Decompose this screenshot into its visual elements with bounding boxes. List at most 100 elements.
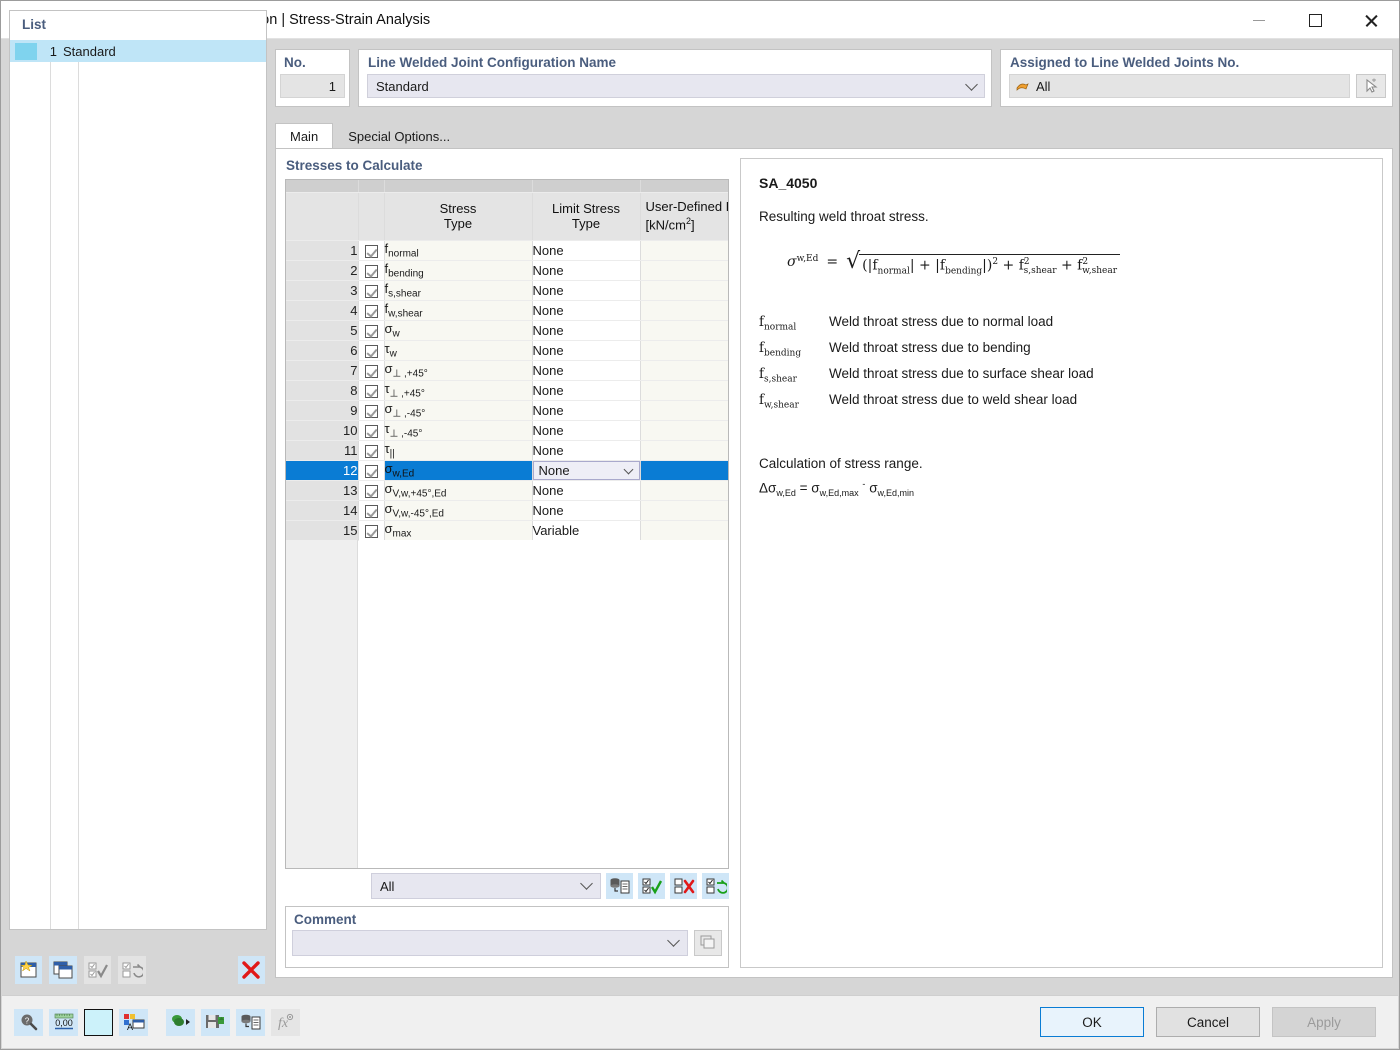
table-row[interactable]: 9 σ⊥ ,-45° None — [286, 400, 728, 421]
user-defined-limit-cell[interactable] — [640, 520, 728, 541]
check-all-button[interactable] — [638, 873, 665, 899]
stress-type-cell[interactable]: τw — [384, 340, 533, 361]
limit-stress-type-cell[interactable]: None — [532, 480, 641, 501]
user-defined-limit-cell[interactable] — [640, 360, 728, 381]
tab-special-options[interactable]: Special Options... — [333, 123, 466, 148]
row-checkbox[interactable] — [358, 480, 385, 501]
column-header-stress-type[interactable]: Stress Type — [384, 192, 533, 241]
row-checkbox[interactable] — [358, 320, 385, 341]
user-defined-limit-cell[interactable] — [640, 440, 728, 461]
tab-main[interactable]: Main — [275, 123, 334, 148]
units-button[interactable]: 0,00 — [49, 1008, 78, 1036]
row-checkbox[interactable] — [358, 360, 385, 381]
stress-type-cell[interactable]: σV,w,-45°,Ed — [384, 500, 533, 521]
table-row[interactable]: 12 σw,Ed None — [286, 460, 728, 481]
list-item[interactable]: 1 Standard — [10, 40, 266, 62]
table-row[interactable]: 14 σV,w,-45°,Ed None — [286, 500, 728, 521]
stress-type-cell[interactable]: τ⊥ ,-45° — [384, 420, 533, 441]
save-button[interactable] — [201, 1008, 230, 1036]
user-defined-limit-cell[interactable] — [640, 460, 728, 481]
user-defined-limit-cell[interactable] — [640, 420, 728, 441]
limit-stress-type-cell[interactable]: None — [532, 400, 641, 421]
user-defined-limit-cell[interactable] — [640, 340, 728, 361]
comment-templates-button[interactable] — [694, 930, 722, 956]
stress-type-cell[interactable]: fw,shear — [384, 300, 533, 321]
row-checkbox[interactable] — [358, 380, 385, 401]
limit-stress-type-cell[interactable]: None — [532, 280, 641, 301]
select-all-button[interactable] — [83, 956, 112, 984]
limit-stress-type-cell[interactable]: Variable — [532, 520, 641, 541]
row-checkbox[interactable] — [358, 440, 385, 461]
row-checkbox[interactable] — [358, 400, 385, 421]
pick-objects-button[interactable] — [1356, 74, 1386, 98]
assigned-value-field[interactable]: All — [1009, 74, 1350, 98]
row-checkbox[interactable] — [358, 280, 385, 301]
limit-stress-type-cell[interactable]: None — [532, 380, 641, 401]
row-checkbox[interactable] — [358, 460, 385, 481]
table-row[interactable]: 10 τ⊥ ,-45° None — [286, 420, 728, 441]
delete-item-button[interactable] — [237, 956, 266, 984]
user-defined-limit-cell[interactable] — [640, 240, 728, 261]
column-header-user-defined-limit[interactable]: User-Defined L [kN/cm2] — [640, 192, 728, 241]
color-swatch-button[interactable] — [84, 1008, 113, 1036]
user-defined-limit-cell[interactable] — [640, 320, 728, 341]
user-defined-limit-cell[interactable] — [640, 400, 728, 421]
table-row[interactable]: 7 σ⊥ ,+45° None — [286, 360, 728, 381]
stress-type-cell[interactable]: τ|| — [384, 440, 533, 461]
import-from-library-button[interactable] — [606, 873, 633, 899]
table-row[interactable]: 5 σw None — [286, 320, 728, 341]
user-defined-limit-cell[interactable] — [640, 480, 728, 501]
export-button[interactable] — [166, 1008, 195, 1036]
limit-stress-type-cell[interactable]: None — [532, 320, 641, 341]
stress-type-cell[interactable]: fnormal — [384, 240, 533, 261]
minimize-button[interactable] — [1231, 1, 1287, 39]
cancel-button[interactable]: Cancel — [1156, 1007, 1260, 1037]
row-checkbox[interactable] — [358, 340, 385, 361]
formula-button[interactable]: fx — [271, 1008, 300, 1036]
limit-stress-type-cell[interactable]: None — [532, 240, 641, 261]
row-checkbox[interactable] — [358, 260, 385, 281]
limit-stress-type-cell[interactable]: None — [532, 440, 641, 461]
close-button[interactable] — [1343, 1, 1399, 39]
table-row[interactable]: 2 fbending None — [286, 260, 728, 281]
row-checkbox[interactable] — [358, 420, 385, 441]
table-row[interactable]: 8 τ⊥ ,+45° None — [286, 380, 728, 401]
limit-stress-type-combo[interactable]: None — [532, 460, 640, 480]
stress-filter-combo[interactable]: All — [371, 873, 601, 899]
stress-type-cell[interactable]: σ⊥ ,-45° — [384, 400, 533, 421]
column-header-limit-stress-type[interactable]: Limit Stress Type — [532, 192, 641, 241]
stress-type-cell[interactable]: σw,Ed — [384, 460, 533, 481]
row-checkbox[interactable] — [358, 240, 385, 261]
info-search-button[interactable]: ? — [14, 1008, 43, 1036]
limit-stress-type-cell[interactable]: None — [532, 460, 641, 481]
user-defined-limit-cell[interactable] — [640, 260, 728, 281]
configuration-name-combo[interactable]: Standard — [367, 74, 985, 98]
maximize-button[interactable] — [1287, 1, 1343, 39]
user-defined-limit-cell[interactable] — [640, 300, 728, 321]
table-row[interactable]: 11 τ|| None — [286, 440, 728, 461]
limit-stress-type-cell[interactable]: None — [532, 360, 641, 381]
row-checkbox[interactable] — [358, 520, 385, 541]
stress-type-cell[interactable]: σmax — [384, 520, 533, 541]
user-defined-limit-cell[interactable] — [640, 380, 728, 401]
stress-type-cell[interactable]: fbending — [384, 260, 533, 281]
invert-selection-button[interactable] — [118, 956, 146, 984]
number-input[interactable]: 1 — [280, 74, 345, 98]
comment-input[interactable] — [292, 930, 688, 956]
uncheck-all-button[interactable] — [670, 873, 697, 899]
table-row[interactable]: 4 fw,shear None — [286, 300, 728, 321]
copy-item-button[interactable] — [49, 956, 77, 984]
ok-button[interactable]: OK — [1040, 1007, 1144, 1037]
table-row[interactable]: 1 fnormal None — [286, 240, 728, 261]
library-button[interactable] — [236, 1008, 265, 1036]
user-defined-limit-cell[interactable] — [640, 500, 728, 521]
limit-stress-type-cell[interactable]: None — [532, 300, 641, 321]
invert-checks-button[interactable] — [702, 873, 729, 899]
user-defined-limit-cell[interactable] — [640, 280, 728, 301]
limit-stress-type-cell[interactable]: None — [532, 420, 641, 441]
display-properties-button[interactable]: A — [119, 1008, 148, 1036]
new-item-button[interactable] — [15, 956, 43, 984]
stress-type-cell[interactable]: fs,shear — [384, 280, 533, 301]
table-row[interactable]: 6 τw None — [286, 340, 728, 361]
stress-type-cell[interactable]: σw — [384, 320, 533, 341]
